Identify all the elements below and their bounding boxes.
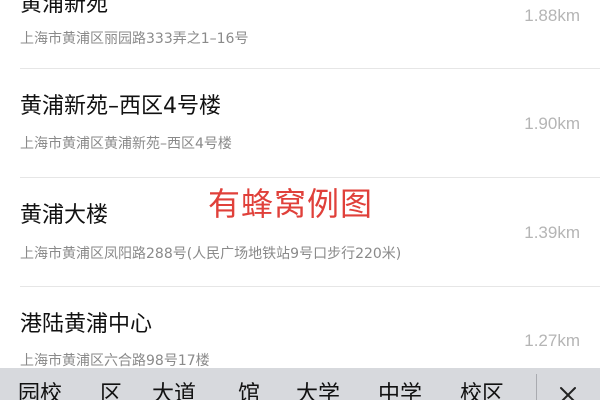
keyword-suggestion[interactable]: 校区	[460, 382, 504, 400]
result-address: 上海市黄浦区六合路98号17楼	[20, 353, 210, 368]
keyword-suggestion[interactable]: 中学	[378, 382, 422, 400]
result-name: 黄浦新苑	[20, 0, 109, 17]
keyword-suggestion-bar: 园校 区 大道 馆 大学 中学 校区	[0, 368, 600, 400]
close-x-icon[interactable]	[556, 382, 580, 400]
result-address: 上海市黄浦区凤阳路288号(人民广场地铁站9号口步行220米)	[20, 246, 402, 262]
result-address: 上海市黄浦区黄浦新苑–西区4号楼	[20, 136, 232, 152]
result-name: 黄浦新苑–西区4号楼	[20, 94, 221, 119]
keyword-suggestion[interactable]: 大学	[296, 382, 340, 400]
result-item-3[interactable]: 港陆黄浦中心 上海市黄浦区六合路98号17楼 1.27km	[0, 287, 600, 368]
result-name: 黄浦大楼	[20, 203, 109, 228]
keyword-suggestion[interactable]: 区	[100, 382, 122, 400]
result-distance: 1.90km	[524, 114, 580, 133]
keyword-suggestion[interactable]: 馆	[238, 382, 260, 400]
keyword-suggestion[interactable]: 园校	[18, 382, 62, 400]
watermark-text: 有蜂窝例图	[208, 185, 374, 223]
result-item-1[interactable]: 黄浦新苑–西区4号楼 上海市黄浦区黄浦新苑–西区4号楼 1.90km	[0, 69, 600, 177]
result-address: 上海市黄浦区丽园路333弄之1–16号	[20, 31, 249, 47]
result-distance: 1.27km	[524, 331, 580, 350]
keyword-bar-separator	[536, 374, 537, 400]
close-x-icon-graphic	[560, 387, 576, 400]
result-distance: 1.39km	[524, 223, 580, 242]
keyword-suggestion[interactable]: 大道	[152, 382, 196, 400]
result-distance: 1.88km	[524, 6, 580, 25]
search-results-screen: 黄浦新苑 上海市黄浦区丽园路333弄之1–16号 1.88km 黄浦新苑–西区4…	[0, 0, 600, 400]
result-name: 港陆黄浦中心	[20, 312, 153, 337]
